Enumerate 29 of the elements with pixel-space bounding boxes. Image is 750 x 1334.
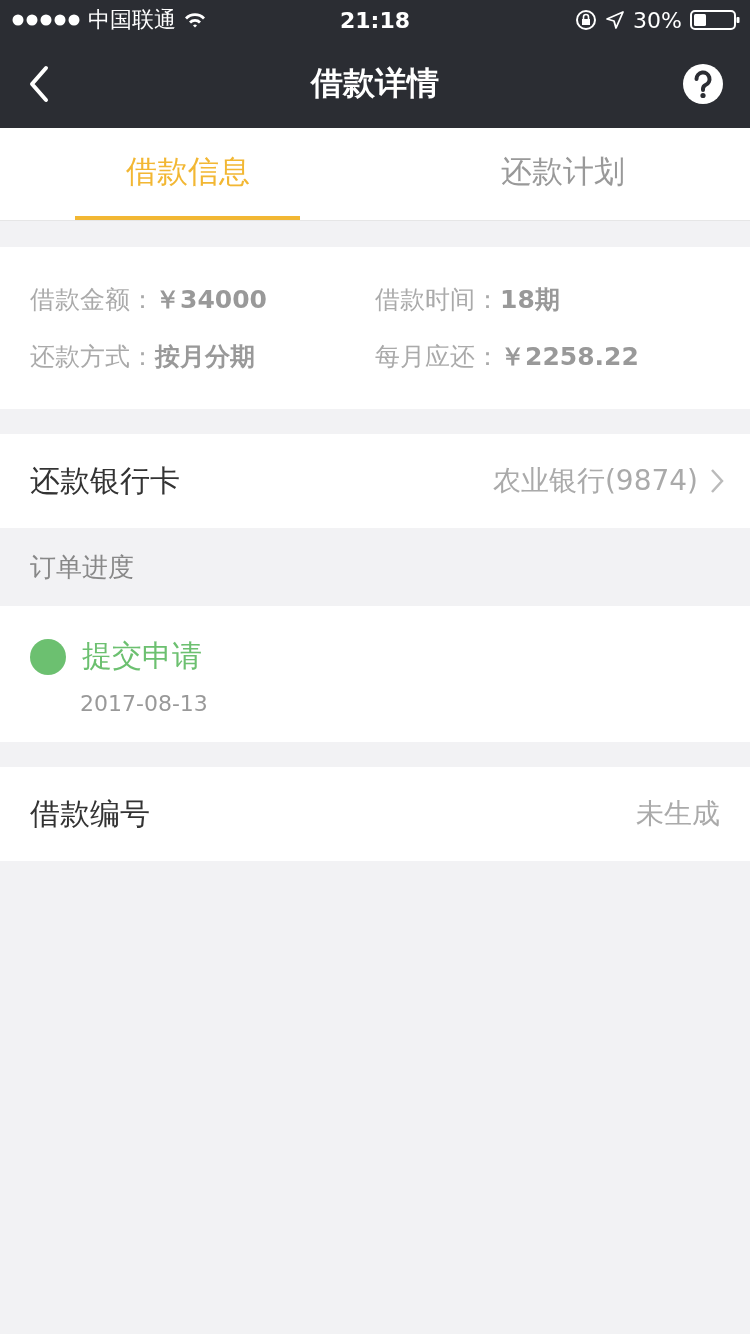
signal-icon (12, 14, 80, 26)
step-date: 2017-08-13 (80, 691, 209, 716)
row-value: 农业银行(9874) (492, 463, 698, 499)
row-value: 未生成 (636, 796, 720, 832)
row-label: 借款编号 (30, 794, 150, 833)
clock-time: 21:18 (340, 7, 410, 33)
field-label: 借款金额： (30, 284, 155, 316)
battery-icon (690, 9, 740, 31)
field-value: 18期 (500, 284, 560, 316)
field-label: 借款时间： (375, 284, 500, 316)
help-button[interactable] (682, 63, 724, 105)
carrier-name: 中国联通 (88, 6, 176, 34)
field-label: 每月应还： (375, 341, 500, 373)
tab[interactable]: 还款计划 (450, 128, 675, 220)
section-title: 订单进度 (29, 550, 134, 584)
row-label: 还款银行卡 (30, 461, 180, 500)
wifi-icon (184, 12, 206, 28)
chevron-icon (710, 468, 724, 494)
bank-card-row[interactable]: 还款银行卡 农业银行(9874) (0, 434, 750, 528)
step-label: 提交申请 (82, 637, 202, 675)
location-icon (605, 10, 626, 30)
rotation-lock-icon (575, 9, 598, 31)
field-value: ￥2258.22 (500, 341, 639, 373)
field-value: ￥34000 (155, 284, 267, 316)
tab[interactable]: 借款信息 (75, 128, 300, 220)
field-label: 还款方式： (30, 341, 155, 373)
battery-percent: 30% (633, 7, 682, 33)
page-title: 借款详情 (311, 63, 439, 104)
field-value: 按月分期 (155, 341, 255, 373)
